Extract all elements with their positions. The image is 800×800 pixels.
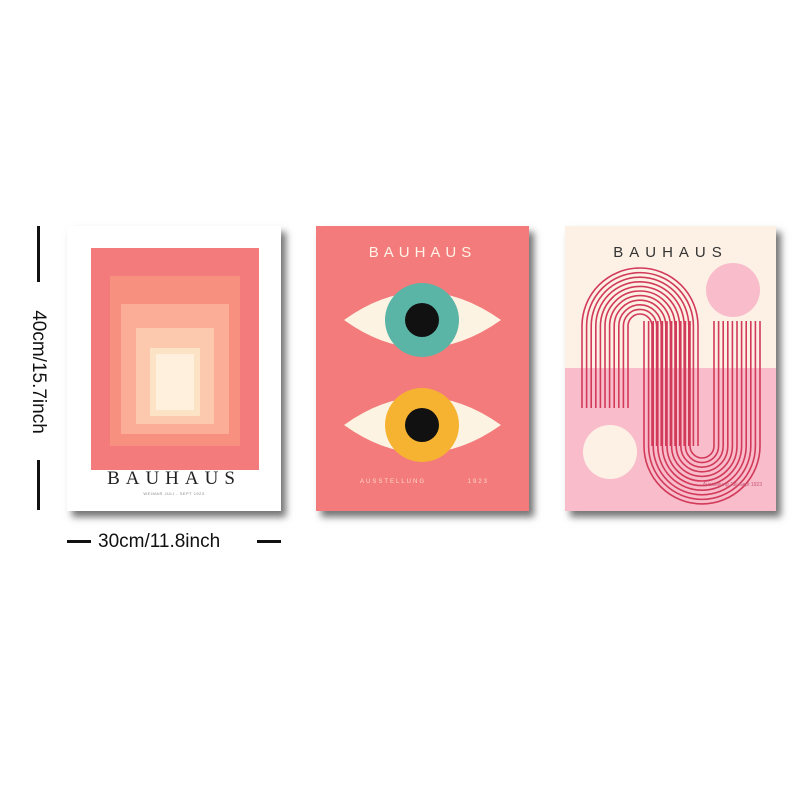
cream-circle-icon xyxy=(583,425,637,479)
eye-top-icon xyxy=(344,283,501,357)
pink-circle-icon xyxy=(706,263,760,317)
eye-bottom-icon xyxy=(344,388,501,462)
square-layer-6 xyxy=(156,354,194,410)
poster1-title: BAUHAUS xyxy=(107,468,241,489)
poster3-footer: Ausstellung Juli-Sept 1923 xyxy=(702,482,762,488)
width-dimension-left-tick xyxy=(67,540,91,543)
arches-illustration xyxy=(581,263,761,505)
poster-arches: BAUHAUS Ausstellung Juli-Sept 1923 xyxy=(565,226,776,511)
width-dimension-label: 30cm/11.8inch xyxy=(98,531,221,552)
poster1-subtitle: WEIMAR JULI - SEPT 1923 xyxy=(143,491,205,496)
height-dimension-label: 40cm/15.7inch xyxy=(28,310,49,434)
height-dimension-top-tick xyxy=(37,226,40,282)
eyes-illustration xyxy=(344,283,501,462)
height-dimension-bottom-tick xyxy=(37,460,40,510)
poster2-footer-right: 1923 xyxy=(467,479,489,485)
poster-eyes: BAUHAUS AUSSTELLUNG 1923 xyxy=(316,226,529,511)
poster2-footer-left: AUSSTELLUNG xyxy=(360,479,427,485)
width-dimension-right-tick xyxy=(257,540,281,543)
poster-nested-squares: BAUHAUS WEIMAR JULI - SEPT 1923 xyxy=(67,226,281,511)
